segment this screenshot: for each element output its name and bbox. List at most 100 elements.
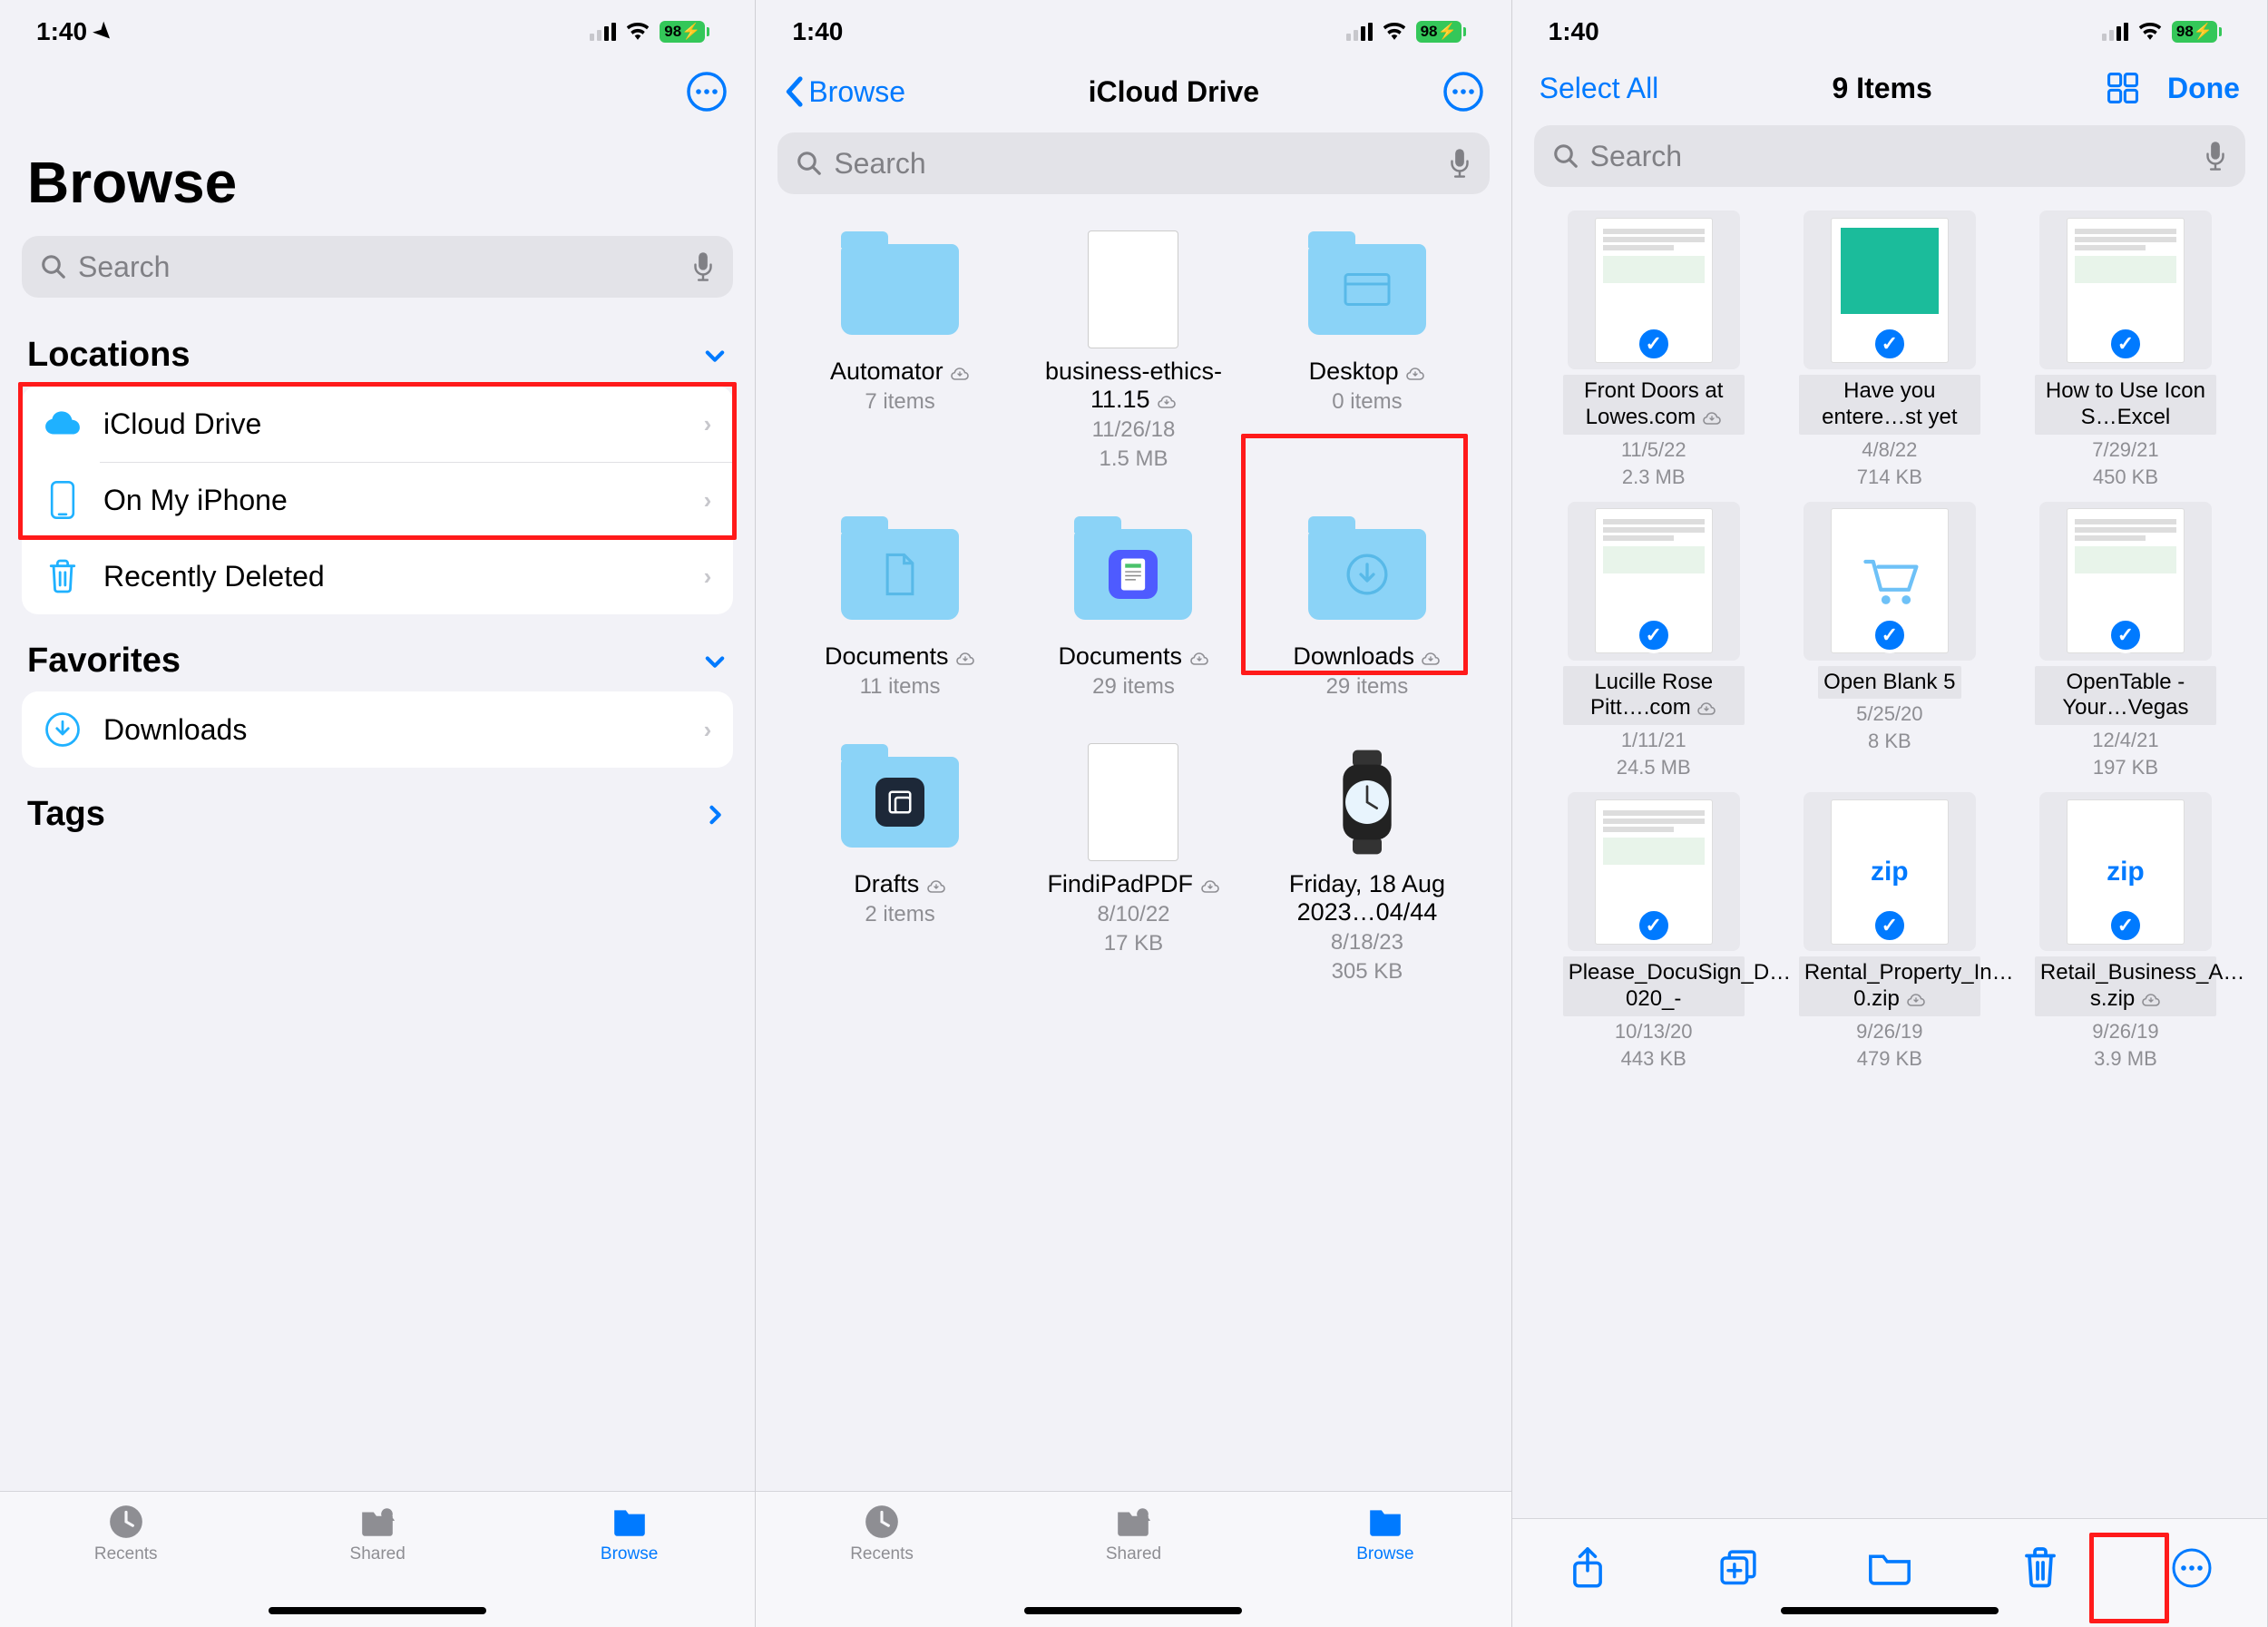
voice-input-icon[interactable] xyxy=(1448,148,1471,179)
view-grid-button[interactable] xyxy=(2106,71,2140,105)
status-bar: 1:40 ➤ 98⚡ xyxy=(0,0,755,64)
highlight-downloads xyxy=(1241,434,1468,675)
search-placeholder: Search xyxy=(834,147,925,181)
row-label: Downloads xyxy=(103,713,247,747)
selected-item[interactable]: ✓Open Blank 55/25/208 KB xyxy=(1781,502,1999,780)
chevron-right-icon: › xyxy=(704,563,712,591)
clock-icon xyxy=(861,1503,903,1541)
home-indicator[interactable] xyxy=(1781,1607,1999,1614)
cloud-download-icon xyxy=(1405,358,1425,385)
home-indicator[interactable] xyxy=(269,1607,486,1614)
wifi-icon xyxy=(1382,23,1407,41)
tab-recents[interactable]: Recents xyxy=(35,1503,217,1627)
row-recently-deleted[interactable]: Recently Deleted › xyxy=(22,538,733,614)
shared-folder-icon xyxy=(1112,1503,1154,1541)
file-item[interactable]: Documents 29 items xyxy=(1017,508,1250,727)
selected-item[interactable]: zip✓Retail_Business_A…s.zip 9/26/193.9 M… xyxy=(2017,792,2234,1071)
file-item[interactable]: FindiPadPDF 8/10/2217 KB xyxy=(1017,736,1250,1012)
voice-input-icon[interactable] xyxy=(691,251,715,282)
file-name: How to Use Icon S…Excel xyxy=(2035,375,2216,435)
status-bar: 1:40 98⚡ xyxy=(756,0,1510,64)
selected-item[interactable]: ✓Front Doors at Lowes.com 11/5/222.3 MB xyxy=(1545,211,1763,489)
share-button[interactable] xyxy=(1559,1539,1617,1597)
status-time: 1:40 xyxy=(36,17,87,46)
cellular-icon xyxy=(1346,23,1373,41)
move-button[interactable] xyxy=(1861,1539,1919,1597)
search-icon xyxy=(40,253,67,280)
status-time: 1:40 xyxy=(792,17,843,46)
search-placeholder: Search xyxy=(78,250,170,284)
tab-browse[interactable]: Browse xyxy=(1295,1503,1476,1627)
cloud-download-icon xyxy=(2141,986,2161,1011)
location-arrow-icon: ➤ xyxy=(88,16,120,48)
search-field[interactable]: Search xyxy=(1534,125,2245,187)
selected-item[interactable]: ✓OpenTable - Your…Vegas12/4/21197 KB xyxy=(2017,502,2234,780)
file-item[interactable]: business-ethics-11.15 11/26/181.5 MB xyxy=(1017,223,1250,499)
checkmark-icon: ✓ xyxy=(1636,326,1672,362)
bottom-toolbar xyxy=(1512,1518,2267,1627)
row-downloads[interactable]: Downloads › xyxy=(22,691,733,768)
selected-item[interactable]: ✓How to Use Icon S…Excel7/29/21450 KB xyxy=(2017,211,2234,489)
file-item[interactable]: Friday, 18 Aug 2023…04/448/18/23305 KB xyxy=(1250,736,1483,1012)
file-name: FindiPadPDF xyxy=(1047,870,1193,897)
panel-browse: 1:40 ➤ 98⚡ Browse Search Locations iClou… xyxy=(0,0,756,1627)
selected-item[interactable]: ✓Please_DocuSign_D…020_-10/13/20443 KB xyxy=(1545,792,1763,1071)
cloud-download-icon xyxy=(955,642,975,670)
folder-icon xyxy=(1364,1503,1406,1541)
status-bar: 1:40 98⚡ xyxy=(1512,0,2267,64)
more-button[interactable] xyxy=(2163,1539,2221,1597)
delete-button[interactable] xyxy=(2011,1539,2069,1597)
file-name: Have you entere…st yet xyxy=(1799,375,1980,435)
row-label: Recently Deleted xyxy=(103,560,325,593)
select-all-button[interactable]: Select All xyxy=(1540,72,1659,105)
tab-browse[interactable]: Browse xyxy=(539,1503,720,1627)
cloud-download-icon xyxy=(926,870,946,897)
tags-header[interactable]: Tags xyxy=(0,768,755,845)
tab-recents[interactable]: Recents xyxy=(791,1503,973,1627)
cloud-download-icon xyxy=(1157,386,1177,413)
file-name: Automator xyxy=(830,358,943,385)
selected-item[interactable]: zip✓Rental_Property_In…0.zip 9/26/19479 … xyxy=(1781,792,1999,1071)
highlight-locations xyxy=(18,382,737,540)
checkmark-icon: ✓ xyxy=(1636,617,1672,653)
selected-item[interactable]: ✓Lucille Rose Pitt….com 1/11/2124.5 MB xyxy=(1545,502,1763,780)
panel-icloud-drive: 1:40 98⚡ Browse iCloud Drive Search Auto… xyxy=(756,0,1511,1627)
file-item[interactable]: Documents 11 items xyxy=(783,508,1016,727)
locations-header[interactable]: Locations xyxy=(0,309,755,386)
battery-icon: 98⚡ xyxy=(2172,21,2222,43)
battery-icon: 98⚡ xyxy=(660,21,709,43)
battery-icon: 98⚡ xyxy=(1416,21,1466,43)
file-name: Front Doors at Lowes.com xyxy=(1563,375,1745,435)
search-field[interactable]: Search xyxy=(22,236,733,298)
cloud-download-icon xyxy=(1200,870,1220,897)
chevron-down-icon xyxy=(702,343,728,368)
home-indicator[interactable] xyxy=(1024,1607,1242,1614)
trash-icon xyxy=(44,558,82,594)
selected-item[interactable]: ✓Have you entere…st yet4/8/22714 KB xyxy=(1781,211,1999,489)
checkmark-icon: ✓ xyxy=(1872,907,1908,944)
search-field[interactable]: Search xyxy=(777,132,1489,194)
file-name: Friday, 18 Aug 2023…04/44 xyxy=(1289,870,1445,926)
duplicate-button[interactable] xyxy=(1709,1539,1767,1597)
cloud-download-icon xyxy=(950,358,970,385)
chevron-down-icon xyxy=(702,649,728,674)
cloud-download-icon xyxy=(1696,695,1716,720)
status-time: 1:40 xyxy=(1549,17,1599,46)
voice-input-icon[interactable] xyxy=(2204,141,2227,172)
clock-icon xyxy=(105,1503,147,1541)
selection-grid: ✓Front Doors at Lowes.com 11/5/222.3 MB✓… xyxy=(1512,198,2267,1083)
back-button[interactable]: Browse xyxy=(783,75,905,109)
file-name: Documents xyxy=(1058,642,1182,670)
search-placeholder: Search xyxy=(1590,140,1682,173)
favorites-header[interactable]: Favorites xyxy=(0,614,755,691)
navbar: Browse iCloud Drive xyxy=(756,64,1510,122)
file-item[interactable]: Automator 7 items xyxy=(783,223,1016,499)
page-title: Browse xyxy=(0,122,755,225)
chevron-left-icon xyxy=(783,76,805,107)
more-menu-button[interactable] xyxy=(1442,71,1484,113)
more-menu-button[interactable] xyxy=(686,71,728,113)
panel-selection: 1:40 98⚡ Select All 9 Items Done Search … xyxy=(1512,0,2268,1627)
file-item[interactable]: Drafts 2 items xyxy=(783,736,1016,1012)
file-name: Rental_Property_In…0.zip xyxy=(1799,956,1980,1016)
done-button[interactable]: Done xyxy=(2167,72,2240,105)
